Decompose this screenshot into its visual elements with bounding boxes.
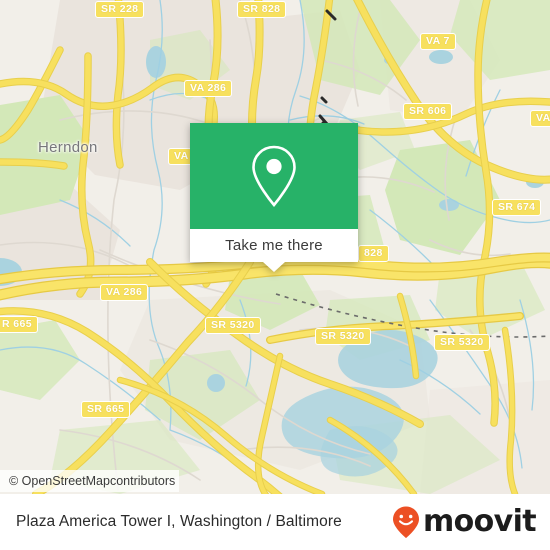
place-label-herndon: Herndon bbox=[38, 139, 98, 156]
road-shield: VA 286 bbox=[100, 284, 149, 301]
map-screen: .road-casing { stroke:#e8cf4c; fill:none… bbox=[0, 0, 550, 550]
road-shield: R 665 bbox=[0, 316, 39, 333]
road-shield: VA 7 bbox=[420, 33, 456, 50]
take-me-there-label: Take me there bbox=[225, 237, 323, 254]
osm-attribution[interactable]: © OpenStreetMap contributors bbox=[0, 470, 180, 492]
moovit-logo[interactable]: moovit bbox=[391, 504, 537, 539]
road-shield: SR 828 bbox=[237, 1, 287, 18]
popup-action-bar[interactable]: Take me there bbox=[190, 229, 358, 262]
road-shield: SR 228 bbox=[95, 1, 145, 18]
road-shield: SR 5320 bbox=[315, 328, 371, 345]
popup-tail bbox=[263, 262, 285, 272]
road-shield: VA 286 bbox=[184, 80, 233, 97]
location-popup-card[interactable]: Take me there bbox=[190, 123, 358, 272]
road-shield: VA bbox=[530, 110, 550, 127]
road-shield: SR 674 bbox=[492, 199, 542, 216]
road-shield: SR 606 bbox=[403, 103, 453, 120]
popup-icon-area bbox=[190, 123, 358, 229]
attribution-text-suffix: contributors bbox=[109, 474, 176, 488]
road-shield: SR 665 bbox=[81, 401, 131, 418]
road-shield: 828 bbox=[358, 245, 389, 262]
map-pin-icon bbox=[252, 145, 296, 208]
road-shield: SR 5320 bbox=[434, 334, 490, 351]
road-shield: SR 5320 bbox=[205, 317, 261, 334]
map-canvas[interactable]: .road-casing { stroke:#e8cf4c; fill:none… bbox=[0, 0, 550, 494]
footer-bar: Plaza America Tower I, Washington / Balt… bbox=[0, 494, 550, 550]
moovit-pin-smiley-icon bbox=[392, 506, 419, 538]
attribution-text-main: © OpenStreetMap bbox=[9, 474, 110, 488]
moovit-wordmark: moovit bbox=[422, 504, 537, 539]
page-title: Plaza America Tower I, Washington / Balt… bbox=[16, 513, 342, 530]
